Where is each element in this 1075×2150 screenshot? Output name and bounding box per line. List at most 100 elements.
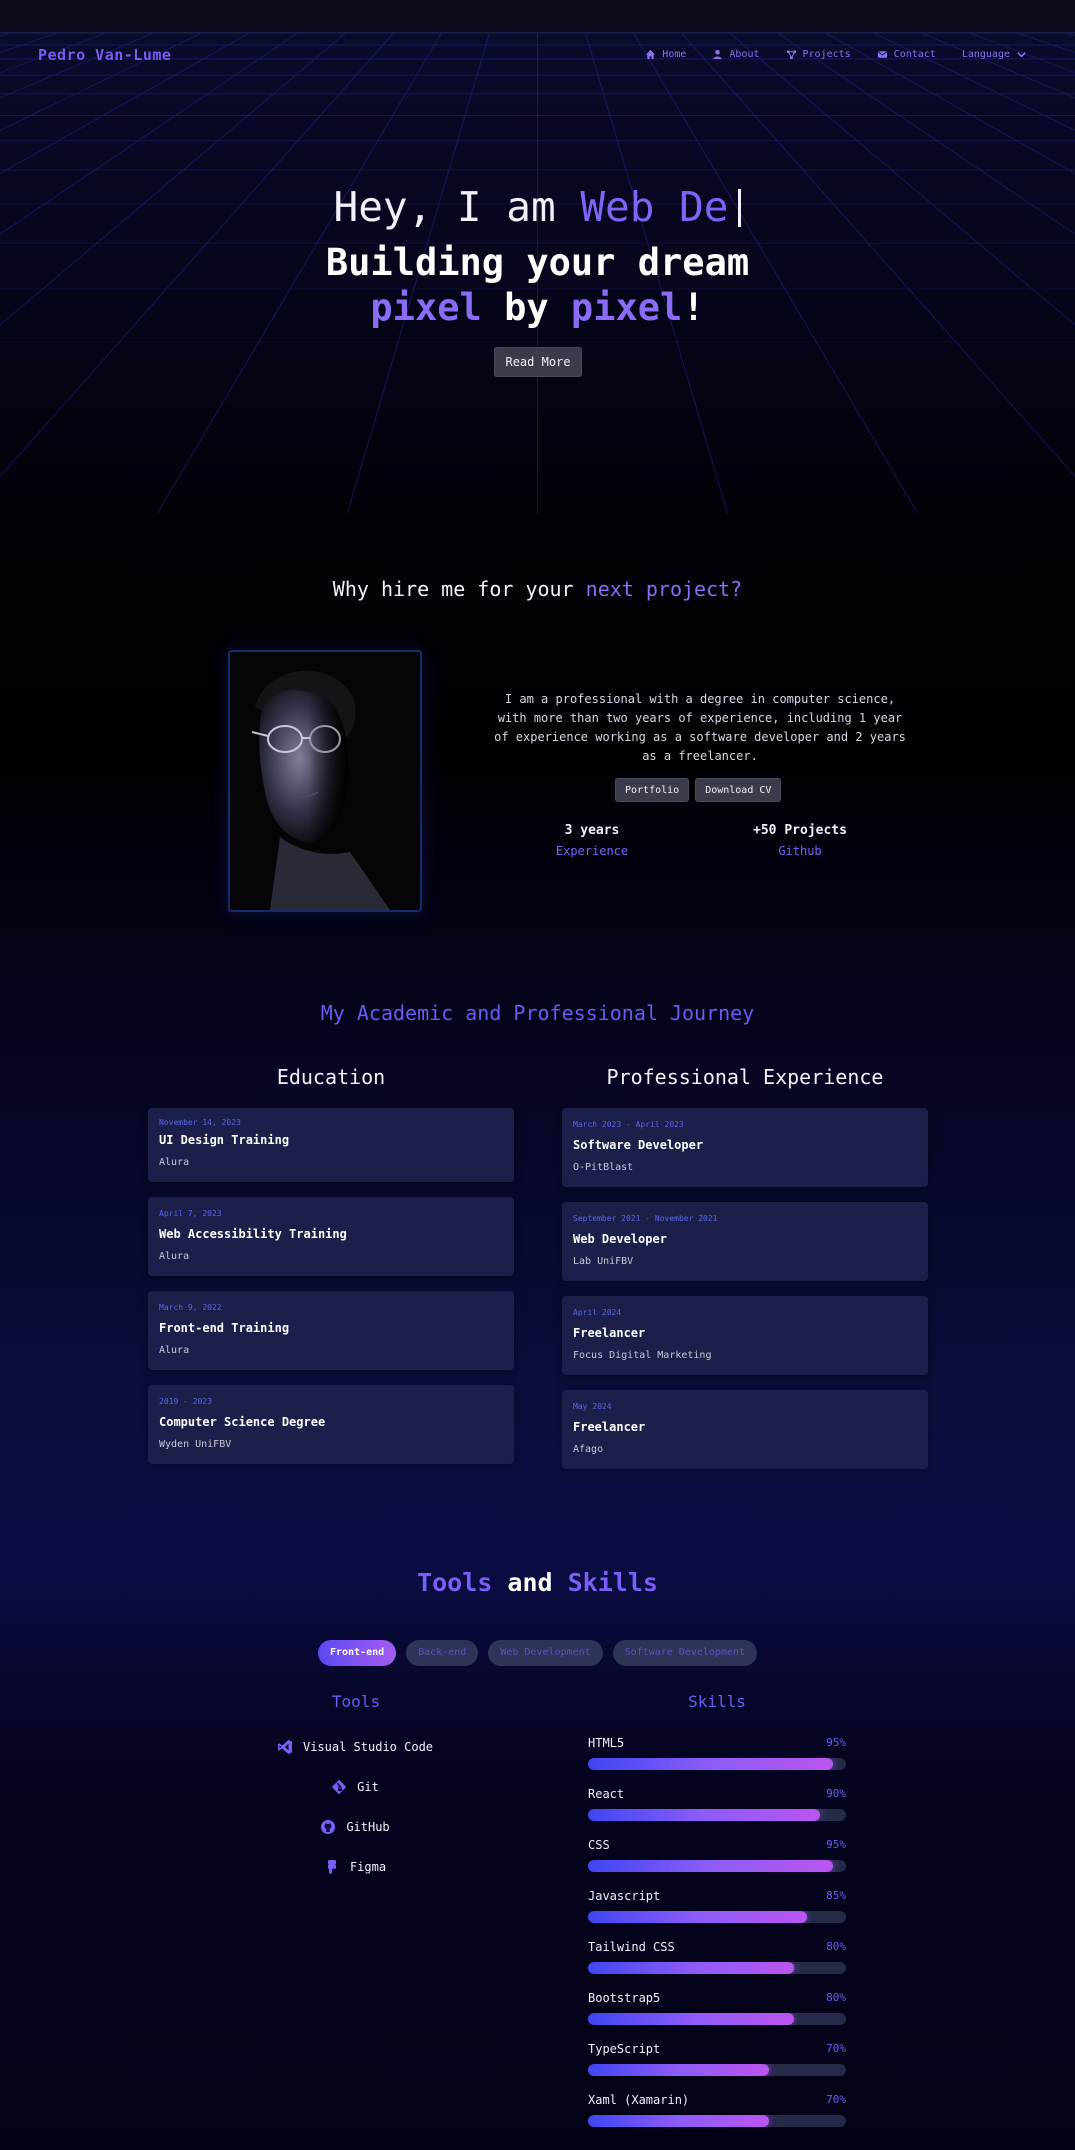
skill-percent: 80% xyxy=(826,1991,846,2004)
skill-progress-track xyxy=(588,2013,846,2025)
nav-contact-label: Contact xyxy=(893,49,936,60)
skills-subtitle: Skills xyxy=(688,1692,746,1711)
hero-word-pixel-2: pixel xyxy=(570,286,683,329)
skill-name: Xaml (Xamarin) xyxy=(588,2093,690,2107)
card-date: April 2024 xyxy=(573,1308,622,1317)
stat-projects-label[interactable]: Github xyxy=(730,844,870,858)
card-org: Focus Digital Marketing xyxy=(573,1350,712,1361)
skill-name: TypeScript xyxy=(588,2042,661,2056)
about-title-accent: next project? xyxy=(585,577,743,601)
portfolio-button[interactable]: Portfolio xyxy=(615,778,690,802)
journey-title: My Academic and Professional Journey xyxy=(320,1001,755,1025)
experience-card: March 2023 - April 2023 Software Develop… xyxy=(562,1108,928,1187)
skill-name: Tailwind CSS xyxy=(588,1940,675,1954)
tool-name: Figma xyxy=(349,1860,387,1874)
card-title: UI Design Training xyxy=(159,1133,290,1147)
card-org: Alura xyxy=(159,1345,190,1356)
card-title: Freelancer xyxy=(573,1420,646,1434)
skill-name: CSS xyxy=(588,1838,610,1852)
education-card: April 7, 2023 Web Accessibility Training… xyxy=(148,1197,514,1276)
tab-front-end[interactable]: Front-end xyxy=(317,1640,397,1666)
about-description: I am a professional with a degree in com… xyxy=(494,692,906,763)
skill-percent: 90% xyxy=(826,1787,846,1800)
education-card: November 14, 2023 UI Design Training Alu… xyxy=(148,1108,514,1182)
home-icon xyxy=(646,49,656,60)
nav-about-label: About xyxy=(729,49,760,60)
nav-projects[interactable]: Projects xyxy=(786,49,851,60)
skill-progress-track xyxy=(588,1962,846,1974)
experience-card: April 2024 Freelancer Focus Digital Mark… xyxy=(562,1296,928,1375)
skills-tabs: Front-end Back-end Web Development Softw… xyxy=(0,1640,1075,1666)
about-buttons: Portfolio Download CV xyxy=(615,778,782,802)
card-title: Web Developer xyxy=(573,1232,667,1246)
skill-name: HTML5 xyxy=(588,1736,625,1750)
tool-name: Visual Studio Code xyxy=(302,1740,434,1754)
mail-icon xyxy=(877,51,887,58)
nav-about[interactable]: About xyxy=(712,49,760,60)
tools-subtitle: Tools xyxy=(331,1692,381,1711)
tools-skills-title-b: Skills xyxy=(567,1568,658,1597)
skill-progress-fill xyxy=(588,2115,769,2127)
tab-software-development[interactable]: Software Development xyxy=(612,1640,758,1666)
chevron-down-icon xyxy=(1017,52,1026,58)
skill-progress-track xyxy=(588,1911,846,1923)
hero-word-pixel-1: pixel xyxy=(370,286,482,329)
tool-item: Visual Studio Code xyxy=(230,1739,480,1755)
skill-percent: 95% xyxy=(826,1838,846,1851)
hero-greeting: Hey, I am Web De xyxy=(0,183,1075,231)
stat-experience: 3 years Experience xyxy=(522,823,662,858)
experience-card: September 2021 - November 2021 Web Devel… xyxy=(562,1202,928,1281)
stat-experience-value: 3 years xyxy=(564,823,620,838)
skill-progress-fill xyxy=(588,1911,808,1923)
card-date: November 14, 2023 xyxy=(159,1118,241,1127)
skill-progress-fill xyxy=(588,1758,834,1770)
tab-web-development[interactable]: Web Development xyxy=(488,1640,603,1666)
skill-name: Bootstrap5 xyxy=(588,1991,661,2005)
card-date: March 9, 2022 xyxy=(159,1303,222,1312)
skill-progress-fill xyxy=(588,1809,821,1821)
typing-cursor xyxy=(738,189,742,227)
stat-experience-label: Experience xyxy=(555,844,629,858)
card-org: O-PitBlast xyxy=(573,1162,634,1173)
education-card: March 9, 2022 Front-end Training Alura xyxy=(148,1291,514,1370)
card-org: Alura xyxy=(159,1251,190,1262)
card-title: Freelancer xyxy=(573,1326,646,1340)
brand-logo[interactable]: Pedro Van-Lume xyxy=(38,46,171,64)
nav-home[interactable]: Home xyxy=(645,49,686,60)
experience-card: May 2024 Freelancer Afago xyxy=(562,1390,928,1469)
read-more-button[interactable]: Read More xyxy=(494,347,582,377)
education-card: 2019 - 2023 Computer Science Degree Wyde… xyxy=(148,1385,514,1464)
tool-item: Git xyxy=(230,1779,480,1795)
skill-progress-fill xyxy=(588,2013,795,2025)
skill-name: React xyxy=(588,1787,625,1801)
tool-name: GitHub xyxy=(346,1820,390,1834)
skill-progress-track xyxy=(588,1860,846,1872)
stat-projects: +50 Projects Github xyxy=(730,823,870,858)
card-title: Front-end Training xyxy=(159,1321,290,1335)
vscode-icon xyxy=(277,1740,292,1754)
github-icon xyxy=(321,1820,336,1834)
experience-title: Professional Experience xyxy=(606,1065,884,1089)
nav-language-label: Language xyxy=(961,49,1010,60)
card-org: Afago xyxy=(573,1444,604,1455)
card-org: Wyden UniFBV xyxy=(159,1439,232,1450)
card-org: Alura xyxy=(159,1157,190,1168)
skill-name: Javascript xyxy=(588,1889,661,1903)
skill-progress-fill xyxy=(588,2064,769,2076)
hero-headline-line1: Building your dream xyxy=(325,241,750,284)
profile-portrait-illustration xyxy=(230,652,420,910)
card-title: Computer Science Degree xyxy=(159,1415,326,1429)
card-date: 2019 - 2023 xyxy=(159,1397,212,1406)
skill-progress-track xyxy=(588,2115,846,2127)
card-date: May 2024 xyxy=(573,1402,612,1411)
nav-contact[interactable]: Contact xyxy=(877,49,936,60)
nav-language-dropdown[interactable]: Language xyxy=(962,49,1027,60)
hero-headline-line2: pixel by pixel! xyxy=(0,286,1075,329)
tool-item: GitHub xyxy=(230,1819,480,1835)
tab-back-end[interactable]: Back-end xyxy=(406,1640,479,1666)
git-icon xyxy=(331,1779,347,1795)
download-cv-button[interactable]: Download CV xyxy=(695,778,782,802)
stat-projects-value: +50 Projects xyxy=(753,823,847,838)
skill-percent: 70% xyxy=(826,2042,846,2055)
hero-typed-role: Web De xyxy=(580,183,729,231)
